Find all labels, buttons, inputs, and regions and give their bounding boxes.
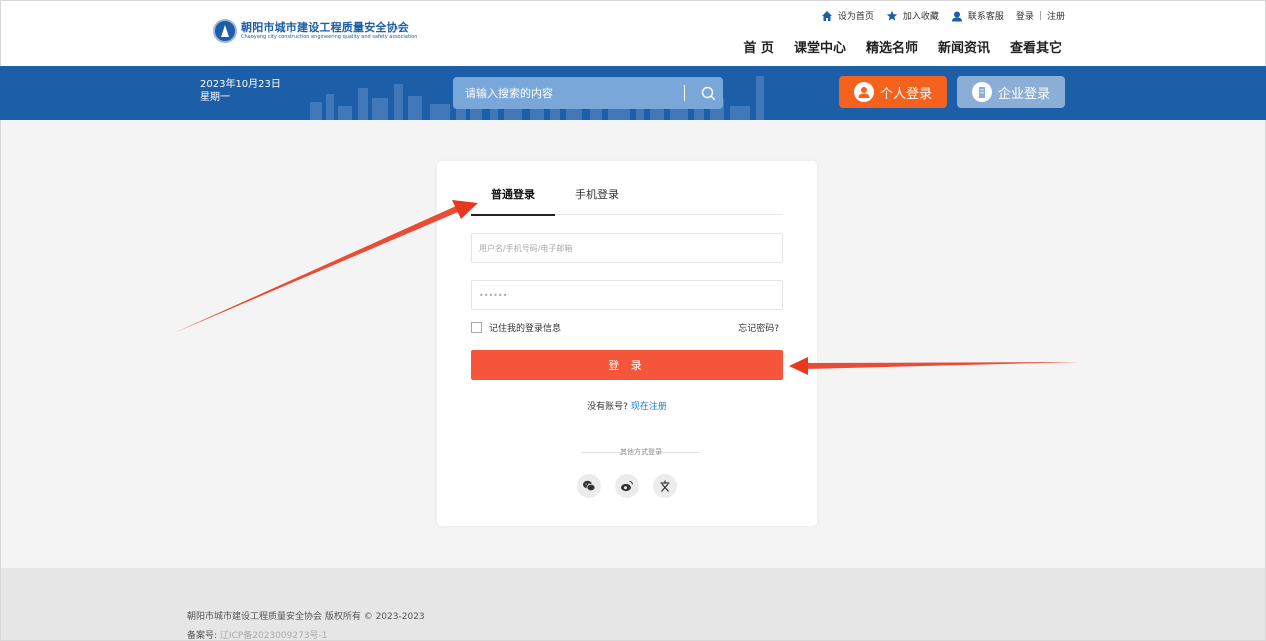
customer-service-icon xyxy=(951,11,962,21)
footer-copyright: 朝阳市城市建设工程质量安全协会 版权所有 © 2023-2023 xyxy=(187,612,425,622)
set-home-label: 设为首页 xyxy=(837,12,874,22)
main-nav: 首 页 课堂中心 精选名师 新闻资讯 查看其它 xyxy=(723,37,1062,56)
search-input[interactable] xyxy=(453,86,684,100)
password-field[interactable] xyxy=(471,280,783,310)
search-box xyxy=(453,77,723,109)
search-icon xyxy=(701,86,715,100)
auth-separator: | xyxy=(1038,10,1042,21)
login-submit-button[interactable]: 登 录 xyxy=(471,350,783,380)
add-favorite-label: 加入收藏 xyxy=(902,12,939,22)
login-card: 普通登录 手机登录 记住我的登录信息 忘记密码? 登 录 没有账号? 现在注册 … xyxy=(437,161,817,526)
logo-chinese-name: 朝阳市城市建设工程质量安全协会 xyxy=(241,21,409,34)
other-login-title: 其他方式登录 xyxy=(581,447,701,457)
main-content: 普通登录 手机登录 记住我的登录信息 忘记密码? 登 录 没有账号? 现在注册 … xyxy=(0,120,1266,568)
remember-me[interactable]: 记住我的登录信息 xyxy=(471,321,561,334)
tab-phone-login[interactable]: 手机登录 xyxy=(555,181,639,215)
icp-number-link[interactable]: 辽ICP备2023009273号-1 xyxy=(220,631,328,641)
nav-news[interactable]: 新闻资讯 xyxy=(938,37,990,56)
add-favorite-link[interactable]: 加入收藏 xyxy=(886,9,939,22)
company-login-button[interactable]: 企业登录 xyxy=(957,76,1065,108)
search-divider xyxy=(684,85,685,101)
star-icon xyxy=(886,10,898,21)
weibo-login-button[interactable] xyxy=(615,474,639,498)
icp-label: 备案号: xyxy=(187,631,218,641)
weibo-icon xyxy=(621,481,633,492)
wechat-icon xyxy=(583,480,596,492)
register-prompt: 没有账号? 现在注册 xyxy=(437,399,817,412)
header-register-link[interactable]: 注册 xyxy=(1047,9,1065,22)
nav-home[interactable]: 首 页 xyxy=(743,37,774,56)
personal-login-button[interactable]: 个人登录 xyxy=(839,76,947,108)
company-login-label: 企业登录 xyxy=(997,86,1050,102)
association-logo-icon xyxy=(213,19,237,43)
username-field[interactable] xyxy=(471,233,783,263)
search-button[interactable] xyxy=(693,77,723,109)
home-icon xyxy=(821,10,832,21)
login-tabs: 普通登录 手机登录 xyxy=(471,181,783,216)
site-logo[interactable]: 朝阳市城市建设工程质量安全协会 Chaoyang city constructi… xyxy=(213,19,417,43)
footer-icp: 备案号: 辽ICP备2023009273号-1 xyxy=(187,628,328,641)
site-footer: 朝阳市城市建设工程质量安全协会 版权所有 © 2023-2023 备案号: 辽I… xyxy=(0,568,1266,641)
logo-english-name: Chaoyang city construction engineering q… xyxy=(241,34,418,40)
nav-classroom[interactable]: 课堂中心 xyxy=(794,37,846,56)
register-now-link[interactable]: 现在注册 xyxy=(631,402,667,412)
remember-checkbox[interactable] xyxy=(471,322,482,333)
contact-service-link[interactable]: 联系客服 xyxy=(951,9,1004,22)
tab-normal-login[interactable]: 普通登录 xyxy=(471,181,555,216)
utility-links: 设为首页 加入收藏 联系客服 登录 | 注册 xyxy=(809,9,1065,22)
wenku-login-button[interactable] xyxy=(653,474,677,498)
logo-text: 朝阳市城市建设工程质量安全协会 Chaoyang city constructi… xyxy=(241,21,417,41)
contact-service-label: 联系客服 xyxy=(967,12,1004,22)
blue-banner: 2023年10月23日 星期一 个人登录 企业登录 xyxy=(0,66,1266,120)
no-account-text: 没有账号? xyxy=(587,402,628,412)
weekday-text: 星期一 xyxy=(200,92,230,103)
wenku-icon xyxy=(660,480,670,492)
site-header: 朝阳市城市建设工程质量安全协会 Chaoyang city constructi… xyxy=(0,0,1266,66)
user-avatar-icon xyxy=(853,82,874,102)
personal-login-label: 个人登录 xyxy=(879,86,932,102)
date-text: 2023年10月23日 xyxy=(200,79,281,90)
current-date: 2023年10月23日 星期一 xyxy=(200,78,281,104)
social-login-group xyxy=(577,474,691,498)
wechat-login-button[interactable] xyxy=(577,474,601,498)
header-login-link[interactable]: 登录 xyxy=(1016,9,1034,22)
forgot-password-link[interactable]: 忘记密码? xyxy=(738,321,779,334)
set-home-link[interactable]: 设为首页 xyxy=(821,9,874,22)
building-icon xyxy=(971,82,992,102)
auth-links: 登录 | 注册 xyxy=(1016,9,1065,23)
nav-others[interactable]: 查看其它 xyxy=(1010,37,1062,56)
remember-label: 记住我的登录信息 xyxy=(489,324,562,334)
nav-teachers[interactable]: 精选名师 xyxy=(866,37,918,56)
